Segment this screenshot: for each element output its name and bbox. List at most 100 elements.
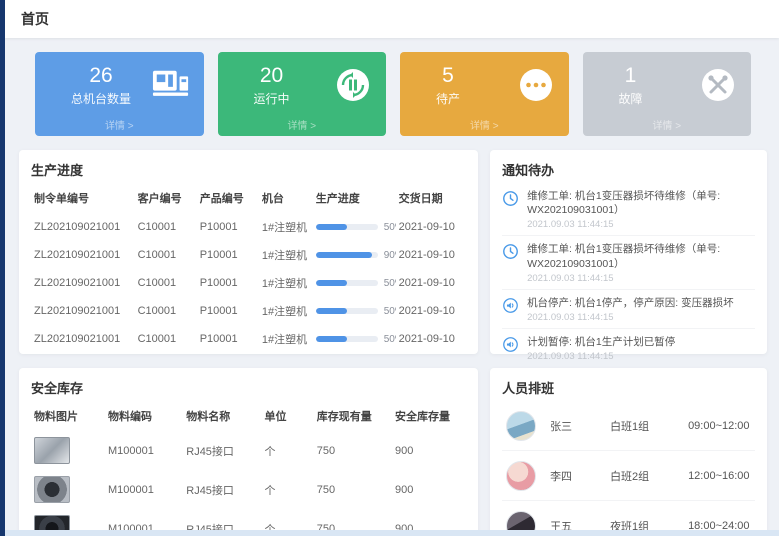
grid-row-2: 安全库存 物料图片 物料编码 物料名称 单位 库存现有量 安全库存量 bbox=[19, 368, 767, 530]
notice-body: 维修工单: 机台1变压器损坏待维修（单号: WX202109031001） 20… bbox=[527, 189, 755, 230]
stat-cards-row: 26 总机台数量 详情 > 20 bbox=[19, 52, 767, 136]
delivery-date: 2021-09-10 bbox=[396, 297, 466, 325]
top-header: 首页 bbox=[5, 0, 779, 38]
card-detail-link[interactable]: 详情 > bbox=[400, 117, 569, 132]
customer-number: C10001 bbox=[135, 269, 197, 297]
production-row: ZL202109021001 C10001 P10001 1#注塑机 50% 2… bbox=[31, 325, 466, 353]
notice-time: 2021.09.03 11:44:15 bbox=[527, 351, 675, 362]
progress-bar: 50% bbox=[316, 306, 393, 317]
collapsed-sidebar-strip bbox=[0, 0, 5, 536]
inventory-table-header: 物料图片 物料编码 物料名称 单位 库存现有量 安全库存量 bbox=[31, 401, 466, 431]
card-fault[interactable]: 1 故障 详情 > bbox=[583, 52, 752, 136]
progress-label: 50% bbox=[384, 306, 396, 317]
delivery-date: 2021-09-10 bbox=[396, 269, 466, 297]
column-header: 物料图片 bbox=[31, 401, 105, 431]
card-total-machines[interactable]: 26 总机台数量 详情 > bbox=[35, 52, 204, 136]
notice-item[interactable]: 计划暂停: 机台1生产计划已暂停 2021.09.03 11:44:15 bbox=[502, 329, 755, 367]
panel-title: 安全库存 bbox=[31, 378, 466, 397]
panel-title: 通知待办 bbox=[502, 160, 755, 179]
material-unit: 个 bbox=[262, 431, 314, 470]
notice-time: 2021.09.03 11:44:15 bbox=[527, 273, 755, 284]
safety-inventory-panel: 安全库存 物料图片 物料编码 物料名称 单位 库存现有量 安全库存量 bbox=[19, 368, 478, 530]
card-value: 1 bbox=[619, 64, 643, 87]
production-row: ZL202109021001 C10001 P10001 1#注塑机 90% 2… bbox=[31, 241, 466, 269]
waiting-dots-icon bbox=[517, 66, 555, 104]
column-header: 单位 bbox=[262, 401, 314, 431]
product-number: P10001 bbox=[197, 241, 259, 269]
notice-text: 机台停产: 机台1停产，停产原因: 变压器损坏 bbox=[527, 296, 734, 310]
staff-shift: 夜班1组 bbox=[610, 518, 688, 530]
staff-time: 18:00~24:00 bbox=[688, 520, 751, 530]
notice-time: 2021.09.03 11:44:15 bbox=[527, 219, 755, 230]
column-header: 制令单编号 bbox=[31, 183, 135, 213]
column-header: 机台 bbox=[259, 183, 313, 213]
card-label: 总机台数量 bbox=[71, 90, 131, 107]
stock-quantity: 750 bbox=[314, 509, 392, 530]
notice-body: 维修工单: 机台1变压器损坏待维修（单号: WX202109031001） 20… bbox=[527, 242, 755, 283]
column-header: 安全库存量 bbox=[392, 401, 466, 431]
delivery-date: 2021-09-10 bbox=[396, 241, 466, 269]
card-label: 待产 bbox=[436, 90, 460, 107]
machine-icon bbox=[152, 66, 190, 104]
staff-row: 王五 夜班1组 18:00~24:00 bbox=[502, 501, 755, 530]
stock-quantity: 750 bbox=[314, 470, 392, 509]
material-name: RJ45接口 bbox=[183, 431, 261, 470]
production-progress-panel: 生产进度 制令单编号 客户编号 产品编号 机台 生产进度 交货日期 bbox=[19, 150, 478, 354]
material-name: RJ45接口 bbox=[183, 470, 261, 509]
card-detail-link[interactable]: 详情 > bbox=[35, 117, 204, 132]
notice-item[interactable]: 维修工单: 机台1变压器损坏待维修（单号: WX202109031001） 20… bbox=[502, 236, 755, 289]
speaker-icon bbox=[502, 336, 519, 353]
column-header: 客户编号 bbox=[135, 183, 197, 213]
notice-body: 机台停产: 机台1停产，停产原因: 变压器损坏 2021.09.03 11:44… bbox=[527, 296, 734, 323]
progress-bar: 50% bbox=[316, 222, 393, 233]
order-number: ZL202109021001 bbox=[31, 269, 135, 297]
card-value: 26 bbox=[71, 64, 131, 87]
notice-text: 计划暂停: 机台1生产计划已暂停 bbox=[527, 335, 675, 349]
card-info: 20 运行中 bbox=[254, 64, 290, 107]
product-number: P10001 bbox=[197, 269, 259, 297]
card-label: 故障 bbox=[619, 90, 643, 107]
column-header: 库存现有量 bbox=[314, 401, 392, 431]
order-number: ZL202109021001 bbox=[31, 213, 135, 241]
order-number: ZL202109021001 bbox=[31, 325, 135, 353]
production-row: ZL202109021001 C10001 P10001 1#注塑机 50% 2… bbox=[31, 213, 466, 241]
inventory-row: M100001 RJ45接口 个 750 900 bbox=[31, 470, 466, 509]
card-running[interactable]: 20 运行中 详情 > bbox=[218, 52, 387, 136]
avatar bbox=[506, 461, 536, 491]
product-number: P10001 bbox=[197, 213, 259, 241]
notice-item[interactable]: 机台停产: 机台1停产，停产原因: 变压器损坏 2021.09.03 11:44… bbox=[502, 290, 755, 329]
product-number: P10001 bbox=[197, 297, 259, 325]
staff-name: 王五 bbox=[550, 518, 610, 530]
notice-item[interactable]: 维修工单: 机台1变压器损坏待维修（单号: WX202109031001） 20… bbox=[502, 183, 755, 236]
machine-name: 1#注塑机 bbox=[259, 213, 313, 241]
column-header: 物料名称 bbox=[183, 401, 261, 431]
customer-number: C10001 bbox=[135, 241, 197, 269]
stock-quantity: 750 bbox=[314, 431, 392, 470]
card-info: 1 故障 bbox=[619, 64, 643, 107]
card-detail-link[interactable]: 详情 > bbox=[218, 117, 387, 132]
production-table-header: 制令单编号 客户编号 产品编号 机台 生产进度 交货日期 bbox=[31, 183, 466, 213]
machine-name: 1#注塑机 bbox=[259, 297, 313, 325]
card-info: 5 待产 bbox=[436, 64, 460, 107]
speaker-icon bbox=[502, 297, 519, 314]
horizontal-scrollbar[interactable] bbox=[5, 530, 779, 536]
material-image bbox=[34, 476, 70, 503]
staff-schedule-panel: 人员排班 张三 白班1组 09:00~12:00 李四 白班2组 12:00~1… bbox=[490, 368, 767, 530]
notice-time: 2021.09.03 11:44:15 bbox=[527, 312, 734, 323]
card-detail-link[interactable]: 详情 > bbox=[583, 117, 752, 132]
safety-quantity: 900 bbox=[392, 470, 466, 509]
material-image bbox=[34, 437, 70, 464]
safety-quantity: 900 bbox=[392, 431, 466, 470]
panel-title: 人员排班 bbox=[502, 378, 755, 397]
production-row: ZL202109021001 C10001 P10001 1#注塑机 50% 2… bbox=[31, 269, 466, 297]
progress-label: 50% bbox=[384, 278, 396, 289]
card-waiting[interactable]: 5 待产 详情 > bbox=[400, 52, 569, 136]
production-row: ZL202109021001 C10001 P10001 1#注塑机 50% 2… bbox=[31, 297, 466, 325]
order-number: ZL202109021001 bbox=[31, 241, 135, 269]
clock-icon bbox=[502, 243, 519, 260]
material-image bbox=[34, 515, 70, 530]
progress-label: 50% bbox=[384, 222, 396, 233]
material-code: M100001 bbox=[105, 431, 183, 470]
column-header: 交货日期 bbox=[396, 183, 466, 213]
material-code: M100001 bbox=[105, 509, 183, 530]
